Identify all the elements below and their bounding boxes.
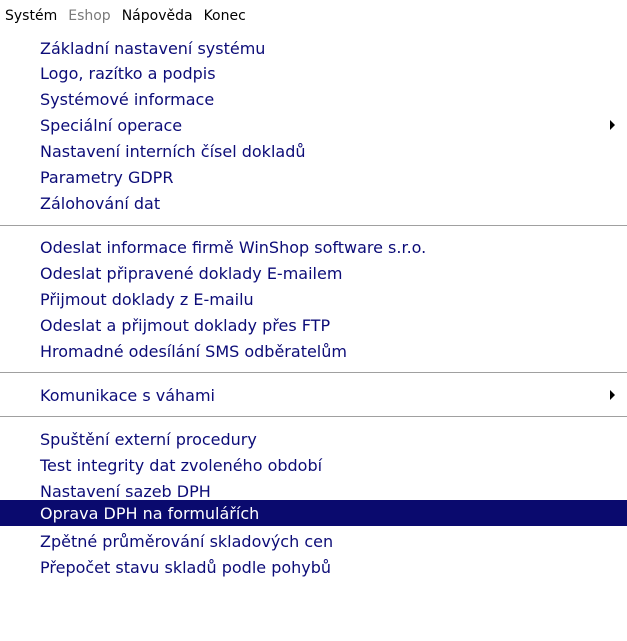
menu-item-vat-form-fix[interactable]: Oprava DPH na formulářích bbox=[0, 500, 627, 526]
menu-item-recalc-stock[interactable]: Přepočet stavu skladů podle pohybů bbox=[0, 552, 627, 582]
menu-system[interactable]: Systém bbox=[5, 8, 57, 24]
menu-item-bulk-sms[interactable]: Hromadné odesílání SMS odběratelům bbox=[0, 336, 627, 366]
menu-exit[interactable]: Konec bbox=[204, 8, 246, 24]
menu-item-label: Parametry GDPR bbox=[40, 167, 174, 187]
menu-item-label: Odeslat informace firmě WinShop software… bbox=[40, 237, 427, 257]
menu-separator bbox=[0, 416, 627, 418]
menu-item-label: Oprava DPH na formulářích bbox=[40, 503, 260, 523]
menu-item-backup[interactable]: Zálohování dat bbox=[0, 188, 627, 218]
menu-separator bbox=[0, 372, 627, 374]
menu-item-label: Nastavení sazeb DPH bbox=[40, 481, 211, 501]
menu-item-label: Přijmout doklady z E-mailu bbox=[40, 289, 254, 309]
menu-item-label: Zálohování dat bbox=[40, 193, 161, 213]
menu-item-label: Odeslat a přijmout doklady přes FTP bbox=[40, 315, 331, 335]
menu-item-label: Odeslat připravené doklady E-mailem bbox=[40, 263, 343, 283]
menu-item-label: Systémové informace bbox=[40, 89, 215, 109]
menu-item-label: Logo, razítko a podpis bbox=[40, 63, 216, 83]
menu-help[interactable]: Nápověda bbox=[122, 8, 193, 24]
menu-item-label: Nastavení interních čísel dokladů bbox=[40, 141, 306, 161]
menu-item-label: Zpětné průměrování skladových cen bbox=[40, 531, 334, 551]
submenu-arrow-icon bbox=[610, 390, 615, 400]
menu-item-label: Přepočet stavu skladů podle pohybů bbox=[40, 557, 332, 577]
menu-item-label: Speciální operace bbox=[40, 115, 183, 135]
menu-item-scales-communication[interactable]: Komunikace s váhami bbox=[0, 380, 627, 410]
menu-item-label: Základní nastavení systému bbox=[40, 38, 266, 58]
menu-separator bbox=[0, 225, 627, 227]
menu-item-label: Komunikace s váhami bbox=[40, 385, 215, 405]
submenu-arrow-icon bbox=[610, 120, 615, 130]
menu-eshop[interactable]: Eshop bbox=[68, 8, 110, 24]
menu-item-label: Test integrity dat zvoleného období bbox=[40, 455, 323, 475]
menu-item-label: Spuštění externí procedury bbox=[40, 429, 257, 449]
menu-bar: Systém Eshop Nápověda Konec bbox=[0, 0, 627, 32]
system-dropdown-menu: Základní nastavení systému Logo, razítko… bbox=[0, 32, 627, 641]
menu-item-label: Hromadné odesílání SMS odběratelům bbox=[40, 341, 347, 361]
